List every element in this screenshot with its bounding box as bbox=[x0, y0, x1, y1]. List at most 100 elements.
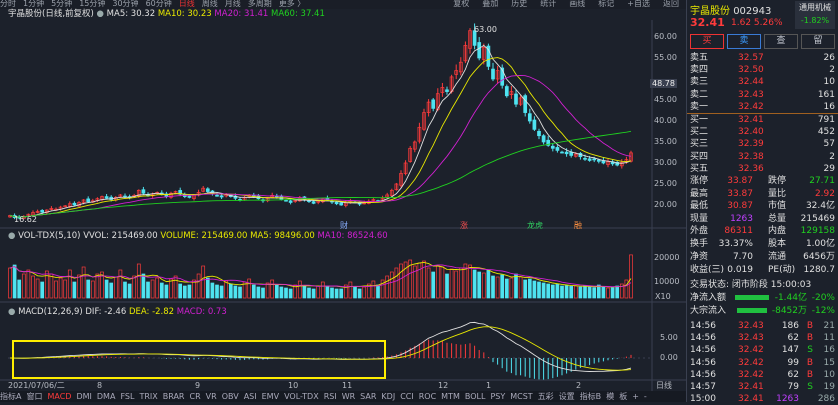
low-price-label: 16.62 bbox=[14, 215, 37, 224]
indicator-tab[interactable]: OBV bbox=[222, 392, 239, 401]
stat-value: 33.87 bbox=[727, 176, 753, 186]
indicator-tab[interactable]: VR bbox=[206, 392, 217, 401]
volume-bar bbox=[261, 287, 265, 299]
indicator-tab[interactable]: TRIX bbox=[139, 392, 157, 401]
cancel-order-button[interactable]: 留 bbox=[801, 34, 835, 49]
candle bbox=[463, 41, 468, 64]
query-button[interactable]: 查 bbox=[764, 34, 798, 49]
volume-bar bbox=[376, 284, 380, 299]
stat-label: 最低 bbox=[690, 201, 709, 211]
level-volume: 16 bbox=[823, 101, 835, 112]
indicator-tab[interactable]: 模 bbox=[606, 392, 614, 401]
indicator-tab[interactable]: 窗口 bbox=[26, 392, 42, 401]
volume-bar bbox=[394, 267, 399, 299]
indicator-tab[interactable]: + bbox=[632, 392, 639, 401]
stat-value: 30.87 bbox=[727, 201, 753, 211]
book-divider bbox=[687, 113, 838, 114]
stat-value: 7.70 bbox=[732, 252, 753, 262]
indicator-tab[interactable]: WR bbox=[342, 392, 355, 401]
ask-row: 卖一 32.42 16 bbox=[690, 101, 835, 113]
price-axis-label: 48.78 bbox=[650, 79, 677, 89]
indicator-tab[interactable]: FSL bbox=[120, 392, 134, 401]
indicator-tab[interactable]: MCST bbox=[510, 392, 532, 401]
price-axis-label: 60.00 bbox=[654, 32, 677, 41]
indicator-tab[interactable]: KDJ bbox=[381, 392, 395, 401]
indicator-tab[interactable]: CCI bbox=[400, 392, 414, 401]
flow-bar bbox=[735, 295, 769, 300]
indicator-tab[interactable]: ASI bbox=[244, 392, 257, 401]
indicator-tab[interactable]: 指标A bbox=[0, 392, 21, 401]
volume-bar bbox=[182, 285, 187, 299]
stat-value: 129158 bbox=[800, 226, 835, 236]
level-label: 买四 bbox=[690, 151, 709, 162]
volume-bar bbox=[164, 284, 169, 299]
volume-bar bbox=[233, 285, 238, 299]
indicator-tab[interactable]: SAR bbox=[360, 392, 376, 401]
level-price: 32.57 bbox=[738, 53, 764, 63]
buy-button[interactable]: 买 bbox=[690, 34, 724, 49]
indicator-tab[interactable]: EMV bbox=[262, 392, 279, 401]
volume-bar bbox=[265, 282, 270, 299]
indicator-tab[interactable]: 五彩 bbox=[538, 392, 554, 401]
candle-body bbox=[104, 196, 109, 199]
indicator-tab[interactable]: 设置 bbox=[559, 392, 575, 401]
level-label: 卖一 bbox=[690, 101, 709, 112]
indicator-tab[interactable]: DMA bbox=[97, 392, 116, 401]
volume-bar bbox=[270, 279, 275, 299]
kline-chart[interactable]: 63.00 16.62 财 涨 龙虎 融 bbox=[0, 0, 686, 391]
price-axis-label: 40.00 bbox=[654, 116, 677, 125]
candle-body bbox=[288, 200, 293, 203]
candle-body bbox=[339, 202, 344, 206]
candle-body bbox=[141, 189, 146, 194]
price-pct: 5.26% bbox=[753, 18, 783, 28]
trade-row: 14:56 32.43 62 B 11 bbox=[690, 332, 835, 344]
trade-time: 15:00 bbox=[690, 394, 716, 405]
stock-code: 002943 bbox=[733, 6, 772, 17]
candle bbox=[104, 194, 109, 200]
dea-value: DEA: -2.82 bbox=[128, 307, 175, 317]
indicator-tab[interactable]: 板 bbox=[619, 392, 627, 401]
bid-row: 买一 32.41 791 bbox=[690, 114, 835, 126]
candle bbox=[454, 64, 459, 80]
sell-button[interactable]: 卖 bbox=[727, 34, 761, 49]
indicator-tab[interactable]: BRAR bbox=[163, 392, 185, 401]
indicator-tab[interactable]: ROC bbox=[419, 392, 436, 401]
indicator-tab[interactable]: RSI bbox=[324, 392, 337, 401]
indicator-tab[interactable]: MACD bbox=[47, 392, 71, 401]
volume-bar bbox=[610, 287, 615, 299]
indicator-tab[interactable]: MTM bbox=[441, 392, 460, 401]
indicator-tab[interactable]: 指标B bbox=[580, 392, 602, 401]
trade-row: 14:56 32.42 62 B 10 bbox=[690, 369, 835, 381]
volume-value: VOLUME: 215469.00 bbox=[160, 231, 248, 241]
volume-bar bbox=[224, 280, 229, 299]
candle bbox=[509, 86, 514, 99]
trade-volume: 186 bbox=[781, 321, 799, 331]
stat-value: 6456万 bbox=[803, 252, 835, 262]
indicator-tab[interactable]: CR bbox=[190, 392, 201, 401]
industry-box[interactable]: 通用机械 -1.82% bbox=[795, 1, 835, 29]
stat-value: 2.92 bbox=[814, 188, 835, 199]
macd-axis-label: 0.00 bbox=[660, 353, 678, 362]
trade-price: 32.42 bbox=[738, 345, 764, 356]
candle-body bbox=[564, 151, 569, 155]
stat-row: 外盘 86311 内盘 129158 bbox=[690, 225, 835, 237]
volume-bar bbox=[435, 265, 440, 299]
volume-bar bbox=[578, 286, 583, 299]
volume-bar bbox=[348, 281, 353, 299]
indicator-tab[interactable]: VOL-TDX bbox=[284, 392, 319, 401]
volume-bar bbox=[192, 279, 196, 299]
stat-label: PE(动) bbox=[768, 265, 796, 275]
level-volume: 161 bbox=[817, 89, 835, 100]
settings-icon[interactable]: ● bbox=[8, 231, 15, 241]
level-price: 32.40 bbox=[738, 127, 764, 138]
candle-body bbox=[504, 86, 509, 97]
candle bbox=[422, 108, 426, 131]
indicator-tab[interactable]: PSY bbox=[490, 392, 505, 401]
candle-body bbox=[40, 210, 45, 213]
indicator-tab[interactable]: BOLL bbox=[465, 392, 486, 401]
candle bbox=[491, 62, 495, 82]
settings-icon[interactable]: ● bbox=[8, 307, 15, 317]
indicator-tab[interactable]: - bbox=[644, 392, 647, 401]
indicator-tab[interactable]: DMI bbox=[76, 392, 91, 401]
event-marker: 财 bbox=[340, 220, 348, 230]
